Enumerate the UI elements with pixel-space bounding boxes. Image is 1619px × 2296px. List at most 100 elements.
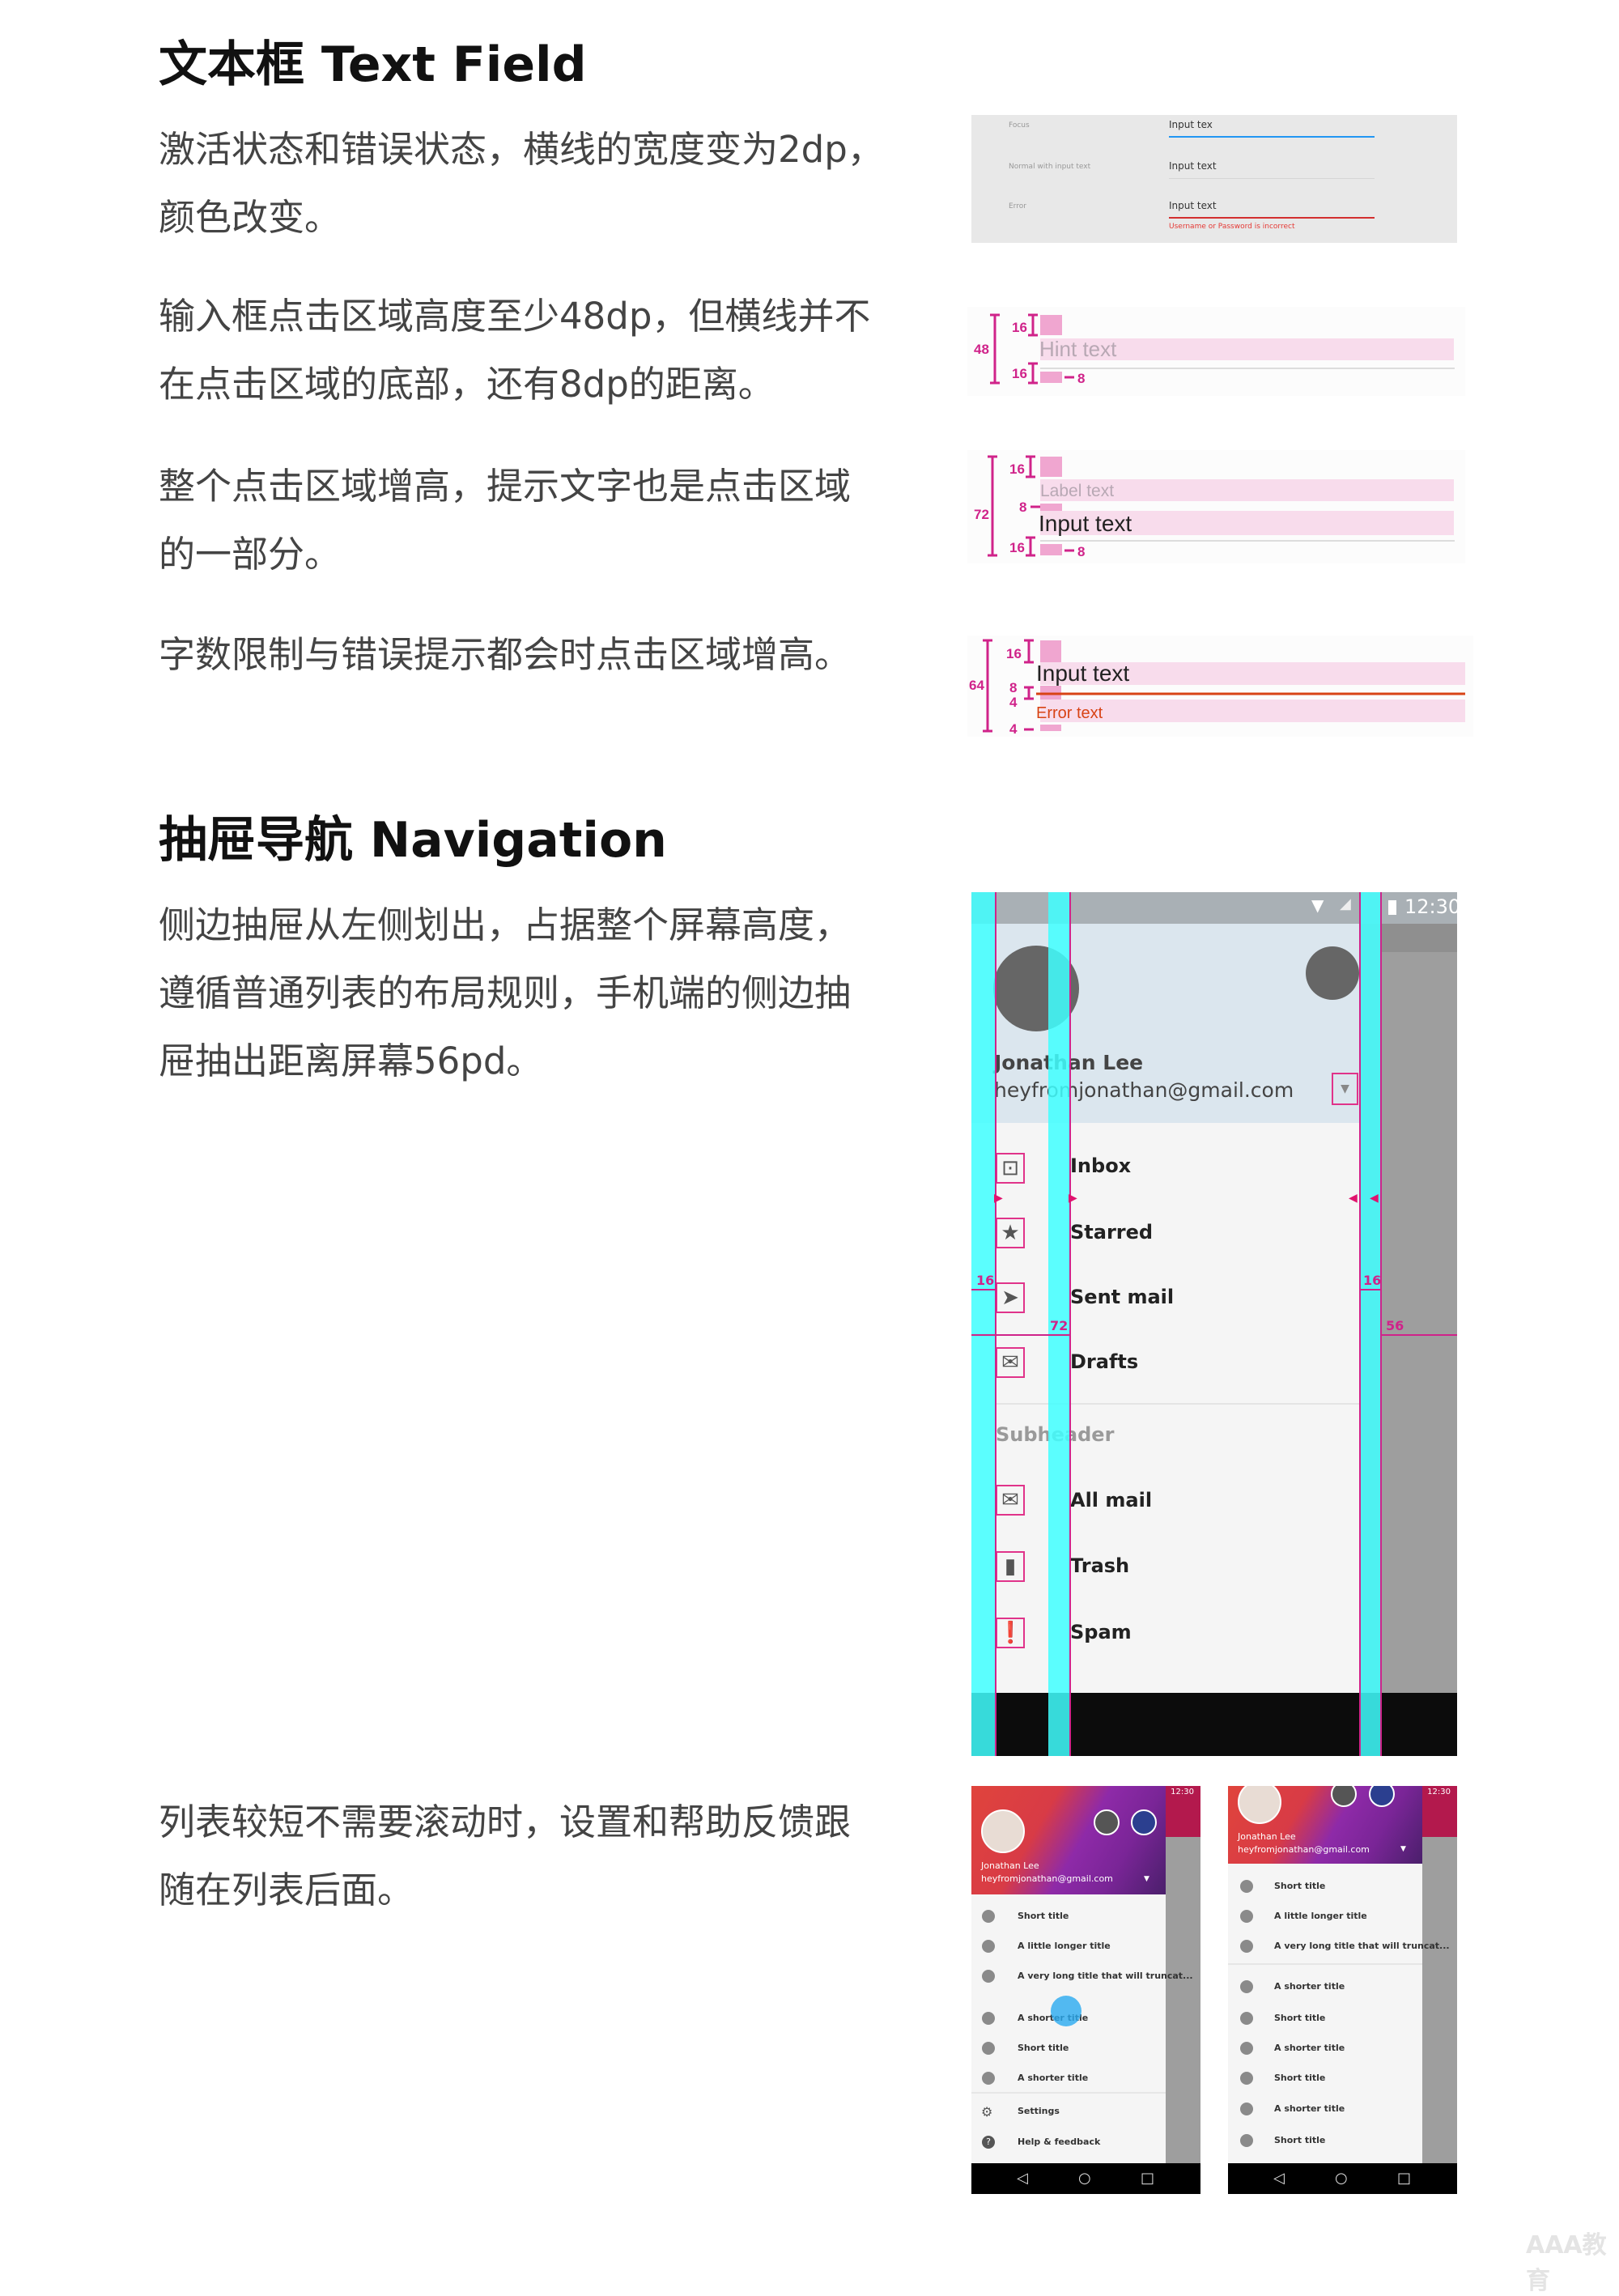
list-item-icon xyxy=(1240,2042,1253,2055)
list-item-icon xyxy=(1240,1980,1253,1993)
paragraph-line: 在点击区域的底部，还有8dp的距离。 xyxy=(159,363,775,406)
signal-icon: ◢ xyxy=(1340,895,1351,912)
measure-4: 4 xyxy=(1009,695,1018,710)
drawer-header: Jonathan Lee heyfromjonathan@gmail.com ▼ xyxy=(971,1786,1166,1894)
list-item[interactable]: A shorter title xyxy=(1274,2043,1345,2053)
back-icon[interactable]: ◁ xyxy=(1273,2170,1285,2187)
hint-text: Hint text xyxy=(1039,337,1117,361)
measure-16-right: 16 xyxy=(1363,1273,1382,1288)
list-item[interactable]: Short title xyxy=(1018,2043,1069,2053)
measure-line xyxy=(1360,1289,1381,1290)
focus-state-label: Focus xyxy=(1009,121,1030,130)
chevron-down-icon[interactable]: ▼ xyxy=(1144,1875,1149,1883)
error-text: Error text xyxy=(1036,704,1103,722)
paragraph-short-list: 列表较短不需要滚动时，设置和帮助反馈跟 随在列表后面。 xyxy=(159,1788,851,1924)
list-item-icon xyxy=(982,1940,995,1953)
system-nav-bar: ◁ ○ □ xyxy=(971,2163,1200,2194)
inbox-icon: ⊡ xyxy=(996,1153,1025,1184)
drawer-item-inbox[interactable]: Inbox xyxy=(1070,1154,1131,1178)
wifi-icon: ▼ xyxy=(1311,895,1324,915)
measure-line xyxy=(971,1289,996,1290)
normal-state-label: Normal with input text xyxy=(1009,163,1091,171)
error-underline xyxy=(1169,217,1375,219)
list-item[interactable]: A little longer title xyxy=(1274,1911,1367,1921)
measure-16-left: 16 xyxy=(976,1273,995,1288)
chevron-down-icon[interactable]: ▼ xyxy=(1400,1845,1406,1853)
gear-icon: ⚙ xyxy=(981,2104,993,2120)
phone-short-list-left: Jonathan Lee heyfromjonathan@gmail.com ▼… xyxy=(971,1786,1200,2194)
recents-icon[interactable]: □ xyxy=(1397,2170,1411,2187)
list-item[interactable]: Short title xyxy=(1018,1911,1069,1921)
measure-48: 48 xyxy=(974,342,989,357)
list-item[interactable]: Short title xyxy=(1274,2013,1325,2023)
status-time: 12:30 xyxy=(1404,895,1457,918)
paragraph-line: 列表较短不需要滚动时，设置和帮助反馈跟 xyxy=(159,1801,852,1843)
list-item[interactable]: A shorter title xyxy=(1274,1981,1345,1992)
measure-line xyxy=(1381,1334,1457,1336)
scrim xyxy=(1381,924,1457,1693)
account-avatar xyxy=(1094,1809,1120,1835)
send-icon: ➤ xyxy=(996,1282,1025,1313)
help-icon: ? xyxy=(982,2136,995,2149)
list-item-icon xyxy=(982,1910,995,1923)
status-time: 12:30 xyxy=(1171,1788,1194,1796)
avatar xyxy=(1238,1786,1281,1824)
drawer-item-trash[interactable]: Trash xyxy=(1070,1554,1129,1578)
list-item-icon xyxy=(982,2042,995,2055)
drawer-item-starred[interactable]: Starred xyxy=(1070,1220,1153,1244)
mail-icon: ✉ xyxy=(996,1485,1025,1516)
system-nav-bar: ◁ ○ □ xyxy=(1228,2163,1457,2194)
hint-text-spec-diagram: Hint text 48 16 16 8 xyxy=(967,307,1465,396)
paragraph-label-area: 整个点击区域增高，提示文字也是点击区域 的一部分。 xyxy=(159,453,851,589)
status-time: 12:30 xyxy=(1427,1788,1451,1796)
list-item[interactable]: A shorter title xyxy=(1274,2103,1345,2114)
error-state-label: Error xyxy=(1009,202,1026,210)
help-feedback-item[interactable]: Help & feedback xyxy=(1018,2137,1100,2147)
list-item-icon xyxy=(1240,1910,1253,1923)
secondary-avatar xyxy=(1306,946,1359,1000)
spacing-block xyxy=(1040,315,1062,335)
paragraph-line: 遵循普通列表的布局规则，手机端的侧边抽 xyxy=(159,972,852,1014)
trash-icon: ▮ xyxy=(996,1551,1025,1582)
home-icon[interactable]: ○ xyxy=(1078,2170,1091,2187)
list-item[interactable]: A little longer title xyxy=(1018,1941,1111,1951)
drawer-item-spam[interactable]: Spam xyxy=(1070,1620,1132,1644)
measure-72: 72 xyxy=(1050,1318,1069,1333)
list-item[interactable]: Short title xyxy=(1274,1881,1325,1891)
list-item-icon xyxy=(1240,2134,1253,2147)
list-item[interactable]: Short title xyxy=(1274,2135,1325,2145)
focus-input-value: Input tex xyxy=(1169,119,1213,130)
normal-input-value: Input text xyxy=(1169,160,1217,172)
recents-icon[interactable]: □ xyxy=(1141,2170,1154,2187)
home-icon[interactable]: ○ xyxy=(1335,2170,1348,2187)
account-dropdown-button[interactable]: ▼ xyxy=(1332,1073,1358,1105)
drawer-item-all-mail[interactable]: All mail xyxy=(1070,1488,1152,1512)
keyline-left-margin xyxy=(971,892,996,1756)
input-text: Input text xyxy=(1036,661,1129,686)
list-item[interactable]: A shorter title xyxy=(1018,2073,1088,2083)
divider xyxy=(971,2092,1166,2094)
chevron-down-icon: ▼ xyxy=(1341,1082,1349,1095)
text-field-states-image: Focus Input tex Normal with input text I… xyxy=(971,115,1457,243)
back-icon[interactable]: ◁ xyxy=(1017,2170,1028,2187)
paragraph-line: 激活状态和错误状态，横线的宽度变为2dp， xyxy=(159,128,884,171)
settings-item[interactable]: Settings xyxy=(1018,2106,1060,2116)
measure-72: 72 xyxy=(974,507,989,522)
paragraph-line: 字数限制与错误提示都会时点击区域增高。 xyxy=(159,633,852,676)
drawer-item-drafts[interactable]: Drafts xyxy=(1070,1350,1138,1374)
paragraph-line: 屉抽出距离屏幕56pd。 xyxy=(159,1040,543,1082)
list-item-icon xyxy=(982,2072,995,2085)
list-item[interactable]: Short title xyxy=(1274,2073,1325,2083)
focus-underline xyxy=(1169,136,1375,138)
measure-16-top: 16 xyxy=(1009,461,1025,477)
paragraph-counter-error: 字数限制与错误提示都会时点击区域增高。 xyxy=(159,621,851,689)
error-text-spec-diagram: Input text Error text 64 16 8 4 4 xyxy=(967,636,1473,737)
paragraph-active-error-state: 激活状态和错误状态，横线的宽度变为2dp， 颜色改变。 xyxy=(159,116,884,252)
measure-16-bottom: 16 xyxy=(1009,540,1025,555)
list-item[interactable]: A very long title that will truncat... xyxy=(1018,1971,1193,1981)
account-name: Jonathan Lee xyxy=(1238,1831,1296,1842)
paragraph-line: 整个点击区域增高，提示文字也是点击区域 xyxy=(159,465,852,508)
error-band xyxy=(1040,699,1465,722)
drawer-item-sent-mail[interactable]: Sent mail xyxy=(1070,1285,1174,1309)
list-item[interactable]: A very long title that will truncat... xyxy=(1274,1941,1450,1951)
